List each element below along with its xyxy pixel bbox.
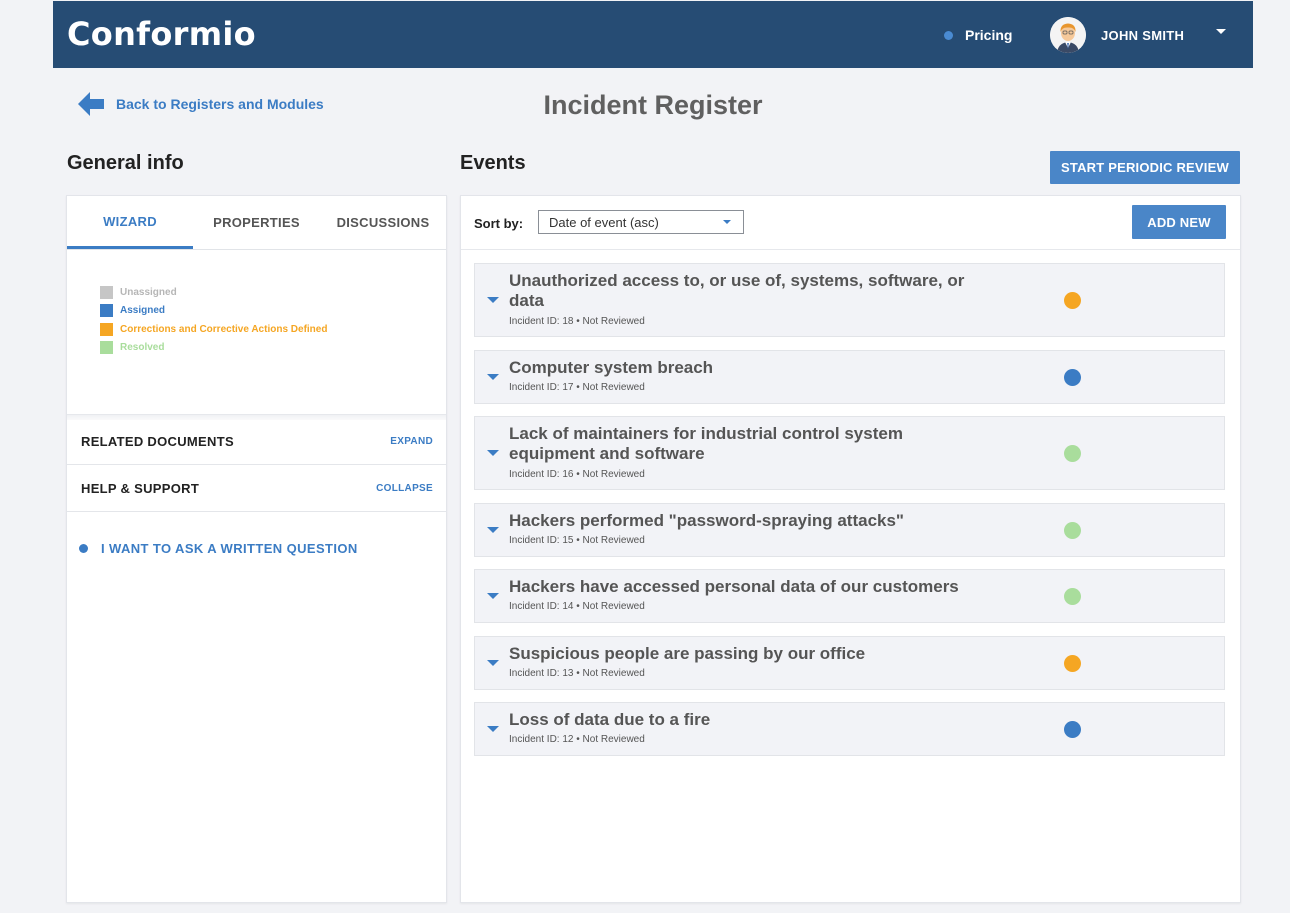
start-periodic-review-button[interactable]: START PERIODIC REVIEW	[1050, 151, 1240, 184]
sort-label: Sort by:	[474, 216, 524, 231]
status-dot	[1064, 445, 1081, 462]
event-meta: Incident ID: 16 • Not Reviewed	[509, 469, 645, 480]
event-row[interactable]: Hackers performed "password-spraying att…	[474, 503, 1225, 557]
legend-swatch	[100, 304, 113, 318]
event-meta: Incident ID: 17 • Not Reviewed	[509, 382, 645, 393]
help-support-row: HELP & SUPPORT COLLAPSE	[67, 465, 446, 512]
event-title: Loss of data due to a fire	[509, 710, 711, 729]
app-logo[interactable]: Conformio	[67, 15, 256, 53]
legend-item-unassigned: Unassigned	[100, 283, 327, 302]
bullet-icon	[79, 544, 88, 553]
general-info-title: General info	[67, 152, 184, 174]
chevron-down-icon[interactable]	[487, 726, 499, 732]
sort-value: Date of event (asc)	[549, 214, 659, 230]
page-title: Incident Register	[543, 90, 763, 120]
chevron-down-icon[interactable]	[487, 450, 499, 456]
event-row[interactable]: Suspicious people are passing by our off…	[474, 636, 1225, 690]
collapse-link[interactable]: COLLAPSE	[376, 483, 433, 494]
event-meta: Incident ID: 15 • Not Reviewed	[509, 535, 645, 546]
status-dot	[1064, 292, 1081, 309]
chevron-down-icon[interactable]	[487, 593, 499, 599]
event-title: Computer system breach	[509, 358, 714, 377]
pricing-link[interactable]: Pricing	[944, 27, 1012, 43]
event-row[interactable]: Loss of data due to a fire Incident ID: …	[474, 702, 1225, 756]
events-panel: Sort by: Date of event (asc) ADD NEW Una…	[460, 195, 1241, 903]
related-documents-title: RELATED DOCUMENTS	[81, 434, 234, 449]
pricing-label: Pricing	[965, 27, 1013, 43]
avatar	[1050, 17, 1086, 53]
event-row[interactable]: Lack of maintainers for industrial contr…	[474, 416, 1225, 490]
legend-swatch	[100, 341, 113, 355]
legend-label: Resolved	[120, 342, 165, 354]
expand-link[interactable]: EXPAND	[390, 436, 433, 447]
status-dot	[1064, 721, 1081, 738]
chevron-down-icon[interactable]	[487, 374, 499, 380]
chevron-down-icon[interactable]	[487, 527, 499, 533]
tab-wizard[interactable]: WIZARD	[67, 196, 193, 249]
events-title: Events	[460, 152, 526, 174]
legend-swatch	[100, 285, 113, 299]
event-row[interactable]: Computer system breach Incident ID: 17 •…	[474, 350, 1225, 404]
legend-label: Unassigned	[120, 286, 177, 298]
event-title: Hackers performed "password-spraying att…	[509, 511, 904, 530]
user-avatar-icon	[1050, 17, 1086, 53]
event-meta: Incident ID: 14 • Not Reviewed	[509, 601, 645, 612]
event-title: Lack of maintainers for industrial contr…	[509, 424, 903, 463]
top-header: Conformio Pricing JOHN SMITH	[53, 1, 1253, 68]
chevron-down-icon	[723, 220, 731, 224]
event-title: Suspicious people are passing by our off…	[509, 644, 866, 663]
tab-discussions[interactable]: DISCUSSIONS	[320, 196, 446, 249]
user-name: JOHN SMITH	[1101, 27, 1185, 43]
legend-item-assigned: Assigned	[100, 302, 327, 321]
event-row[interactable]: Unauthorized access to, or use of, syste…	[474, 263, 1225, 337]
status-dot	[1064, 655, 1081, 672]
legend-label: Assigned	[120, 305, 166, 317]
legend-item-resolved: Resolved	[100, 339, 327, 358]
ask-written-question-link[interactable]: I WANT TO ASK A WRITTEN QUESTION	[79, 541, 358, 556]
chevron-down-icon[interactable]	[487, 660, 499, 666]
related-documents-row: RELATED DOCUMENTS EXPAND	[67, 419, 446, 465]
general-info-panel: WIZARD PROPERTIES DISCUSSIONS Unassigned…	[66, 195, 447, 903]
tab-bar: WIZARD PROPERTIES DISCUSSIONS	[67, 196, 446, 250]
legend-label: Corrections and Corrective Actions Defin…	[120, 323, 328, 335]
legend-swatch	[100, 322, 113, 336]
status-dot	[1064, 369, 1081, 386]
event-title: Unauthorized access to, or use of, syste…	[509, 271, 965, 310]
event-meta: Incident ID: 12 • Not Reviewed	[509, 734, 645, 745]
chevron-down-icon[interactable]	[1216, 29, 1226, 34]
user-menu[interactable]: JOHN SMITH	[1050, 17, 1226, 53]
bullet-icon	[944, 30, 953, 40]
ask-question-label: I WANT TO ASK A WRITTEN QUESTION	[101, 541, 358, 556]
event-row[interactable]: Hackers have accessed personal data of o…	[474, 569, 1225, 623]
chevron-down-icon[interactable]	[487, 297, 499, 303]
status-legend: Unassigned Assigned Corrections and Corr…	[100, 283, 327, 357]
add-new-button[interactable]: ADD NEW	[1132, 205, 1226, 239]
event-meta: Incident ID: 18 • Not Reviewed	[509, 316, 645, 327]
events-toolbar: Sort by: Date of event (asc) ADD NEW	[461, 196, 1240, 250]
event-meta: Incident ID: 13 • Not Reviewed	[509, 668, 645, 679]
help-support-title: HELP & SUPPORT	[81, 480, 200, 496]
status-dot	[1064, 588, 1081, 605]
tab-properties[interactable]: PROPERTIES	[193, 196, 320, 249]
legend-item-corrections: Corrections and Corrective Actions Defin…	[100, 320, 327, 339]
status-dot	[1064, 522, 1081, 539]
sort-select[interactable]: Date of event (asc)	[538, 210, 744, 234]
event-title: Hackers have accessed personal data of o…	[509, 577, 959, 596]
